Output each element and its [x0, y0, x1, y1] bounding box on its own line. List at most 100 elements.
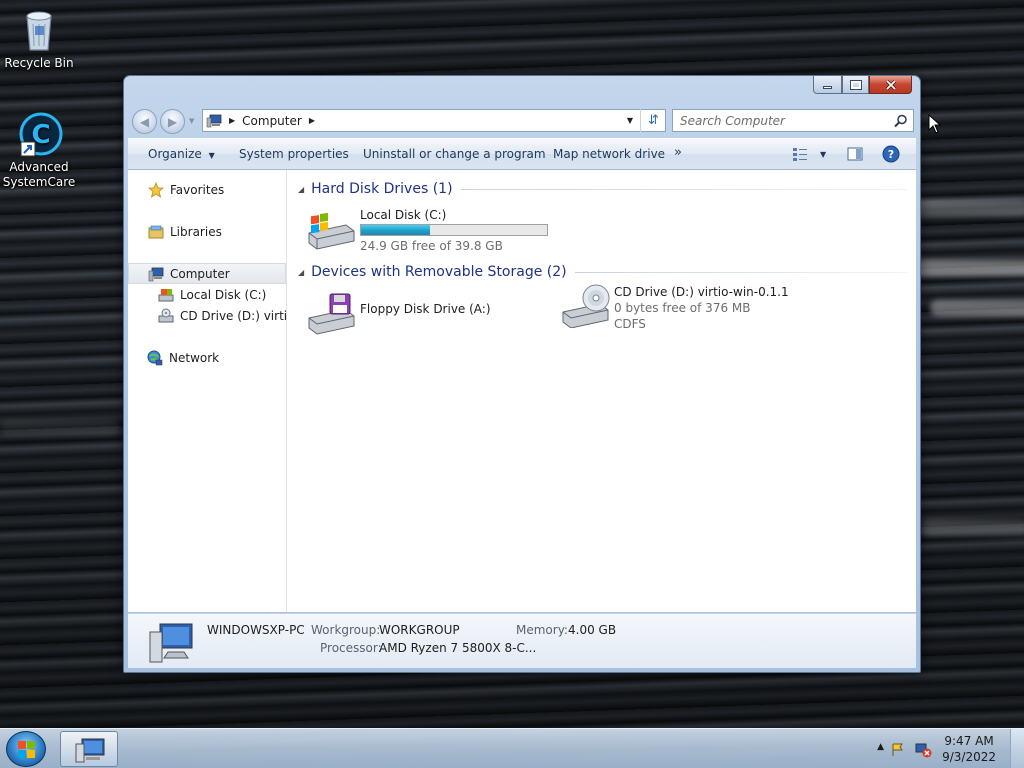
- advanced-systemcare-label: Advanced SystemCare: [2, 160, 76, 189]
- drive-local-disk-name: Local Disk (C:): [360, 208, 447, 222]
- nav-libraries[interactable]: Libraries: [128, 221, 286, 242]
- breadcrumb-separator-icon[interactable]: ▶: [229, 116, 235, 125]
- libraries-icon: [148, 224, 164, 240]
- clock[interactable]: 9:47 AM 9/3/2022: [942, 733, 996, 765]
- show-desktop-button[interactable]: [1010, 729, 1024, 768]
- maximize-button[interactable]: [842, 76, 869, 94]
- cd-drive-small-icon: [158, 308, 174, 324]
- close-button[interactable]: [869, 76, 912, 94]
- address-bar[interactable]: ▶ Computer ▶ ▼: [202, 109, 666, 132]
- nav-cd-drive-label: CD Drive (D:) virtio-w: [180, 308, 286, 323]
- disk-usage-fill: [361, 225, 430, 235]
- close-icon: [885, 79, 896, 90]
- nav-favorites[interactable]: Favorites: [128, 179, 286, 200]
- breadcrumb-computer[interactable]: Computer: [242, 114, 302, 128]
- organize-label: Organize: [148, 147, 202, 161]
- workgroup-label: Workgroup:: [311, 623, 381, 637]
- group-hard-disk-drives[interactable]: ◢ Hard Disk Drives (1): [298, 178, 908, 200]
- forward-arrow-icon: ▶: [167, 114, 178, 129]
- disk-usage-bar: [360, 224, 548, 236]
- group-removable-storage-title: Devices with Removable Storage (2): [311, 264, 567, 280]
- organize-dropdown-icon: ▼: [208, 151, 215, 160]
- minimize-icon: [823, 86, 832, 89]
- svg-text:?: ?: [888, 148, 894, 161]
- refresh-icon: ⇵: [648, 113, 659, 128]
- computer-name: WINDOWSXP-PC: [207, 623, 305, 637]
- nav-cd-drive[interactable]: CD Drive (D:) virtio-w: [128, 305, 286, 326]
- collapse-triangle-icon[interactable]: ◢: [298, 185, 304, 194]
- drive-local-disk-c[interactable]: Local Disk (C:) 24.9 GB free of 39.8 GB: [306, 207, 548, 254]
- workgroup-value: WORKGROUP: [379, 623, 460, 637]
- group-hard-disk-drives-title: Hard Disk Drives (1): [311, 181, 453, 197]
- view-options-icon: [793, 148, 807, 161]
- preview-pane-button[interactable]: [847, 146, 863, 165]
- breadcrumb-separator-icon[interactable]: ▶: [309, 116, 315, 125]
- show-hidden-icons-button[interactable]: ▲: [877, 742, 884, 752]
- drive-local-disk-free: 24.9 GB free of 39.8 GB: [360, 239, 503, 253]
- windows-hard-disk-icon: [306, 207, 356, 251]
- items-view: ◢ Hard Disk Drives (1) Local Disk (C:) 2…: [288, 170, 916, 612]
- refresh-button[interactable]: ⇵: [640, 109, 666, 132]
- caption-buttons: [813, 76, 912, 94]
- drive-cd-free: 0 bytes free of 376 MB: [614, 301, 751, 315]
- collapse-triangle-icon[interactable]: ◢: [298, 268, 304, 277]
- nav-computer-label: Computer: [170, 266, 230, 281]
- action-center-icon[interactable]: [890, 742, 906, 758]
- mouse-cursor-icon: [928, 114, 942, 134]
- advanced-systemcare-icon: C: [15, 110, 63, 158]
- nav-local-disk[interactable]: Local Disk (C:): [128, 284, 286, 305]
- help-button[interactable]: ?: [882, 145, 900, 166]
- minimize-button[interactable]: [813, 76, 842, 94]
- windows-logo-icon: [18, 741, 35, 758]
- command-bar: Organize ▼ System properties Uninstall o…: [128, 138, 916, 170]
- recycle-bin-desktop-icon[interactable]: Recycle Bin: [0, 6, 78, 71]
- change-view-button[interactable]: ▼: [792, 147, 826, 161]
- group-divider: [460, 188, 908, 190]
- uninstall-program-button[interactable]: Uninstall or change a program: [363, 147, 546, 161]
- nav-favorites-label: Favorites: [170, 182, 225, 197]
- search-input[interactable]: Search Computer: [672, 109, 914, 132]
- search-placeholder: Search Computer: [680, 113, 785, 128]
- search-icon: [894, 114, 907, 128]
- local-disk-small-icon: [158, 287, 174, 303]
- explorer-window: ◀ ▶ ▼ ▶ Computer ▶ ▼ ⇵ Search Computer O…: [123, 75, 921, 673]
- computer-taskbar-icon: [75, 738, 105, 763]
- organize-button[interactable]: Organize ▼: [148, 147, 215, 161]
- recent-pages-chevron-icon[interactable]: ▼: [189, 117, 194, 125]
- drive-floppy-a[interactable]: Floppy Disk Drive (A:): [306, 292, 491, 336]
- system-properties-button[interactable]: System properties: [239, 147, 349, 161]
- processor-value: AMD Ryzen 7 5800X 8-C...: [379, 641, 537, 655]
- star-icon: [147, 181, 165, 198]
- nav-network[interactable]: Network: [128, 347, 286, 368]
- back-button[interactable]: ◀: [132, 109, 157, 134]
- nav-computer[interactable]: Computer: [128, 263, 286, 284]
- maximize-icon: [849, 79, 862, 90]
- view-dropdown-icon: ▼: [820, 149, 827, 159]
- map-network-drive-button[interactable]: Map network drive: [553, 147, 665, 161]
- advanced-systemcare-desktop-icon[interactable]: C Advanced SystemCare: [0, 110, 78, 190]
- drive-cd-d[interactable]: CD Drive (D:) virtio-win-0.1.1 0 bytes f…: [560, 284, 789, 332]
- clock-date: 9/3/2022: [942, 750, 996, 764]
- taskbar-explorer-button[interactable]: [60, 731, 118, 767]
- content-area: Favorites Libraries Computer Local Disk …: [128, 170, 916, 612]
- nav-network-label: Network: [169, 350, 220, 365]
- nav-local-disk-label: Local Disk (C:): [180, 287, 267, 302]
- navigation-pane: Favorites Libraries Computer Local Disk …: [128, 170, 287, 612]
- start-button[interactable]: [6, 731, 46, 767]
- address-dropdown-icon[interactable]: ▼: [627, 116, 633, 125]
- computer-small-icon: [206, 114, 222, 127]
- details-pane: WINDOWSXP-PC Workgroup: WORKGROUP Memory…: [128, 613, 916, 668]
- processor-label: Processor:: [320, 641, 382, 655]
- address-row: ◀ ▶ ▼ ▶ Computer ▶ ▼ ⇵ Search Computer: [132, 107, 914, 135]
- cd-drive-icon: [560, 284, 610, 329]
- memory-value: 4.00 GB: [568, 623, 617, 637]
- more-commands-button[interactable]: »: [674, 145, 682, 160]
- network-error-icon[interactable]: [914, 741, 932, 759]
- clock-time: 9:47 AM: [944, 734, 994, 748]
- computer-icon: [148, 266, 164, 282]
- nav-libraries-label: Libraries: [170, 224, 222, 239]
- recycle-bin-label: Recycle Bin: [4, 56, 74, 70]
- network-icon: [147, 350, 163, 366]
- group-removable-storage[interactable]: ◢ Devices with Removable Storage (2): [298, 261, 908, 283]
- forward-button[interactable]: ▶: [160, 109, 185, 134]
